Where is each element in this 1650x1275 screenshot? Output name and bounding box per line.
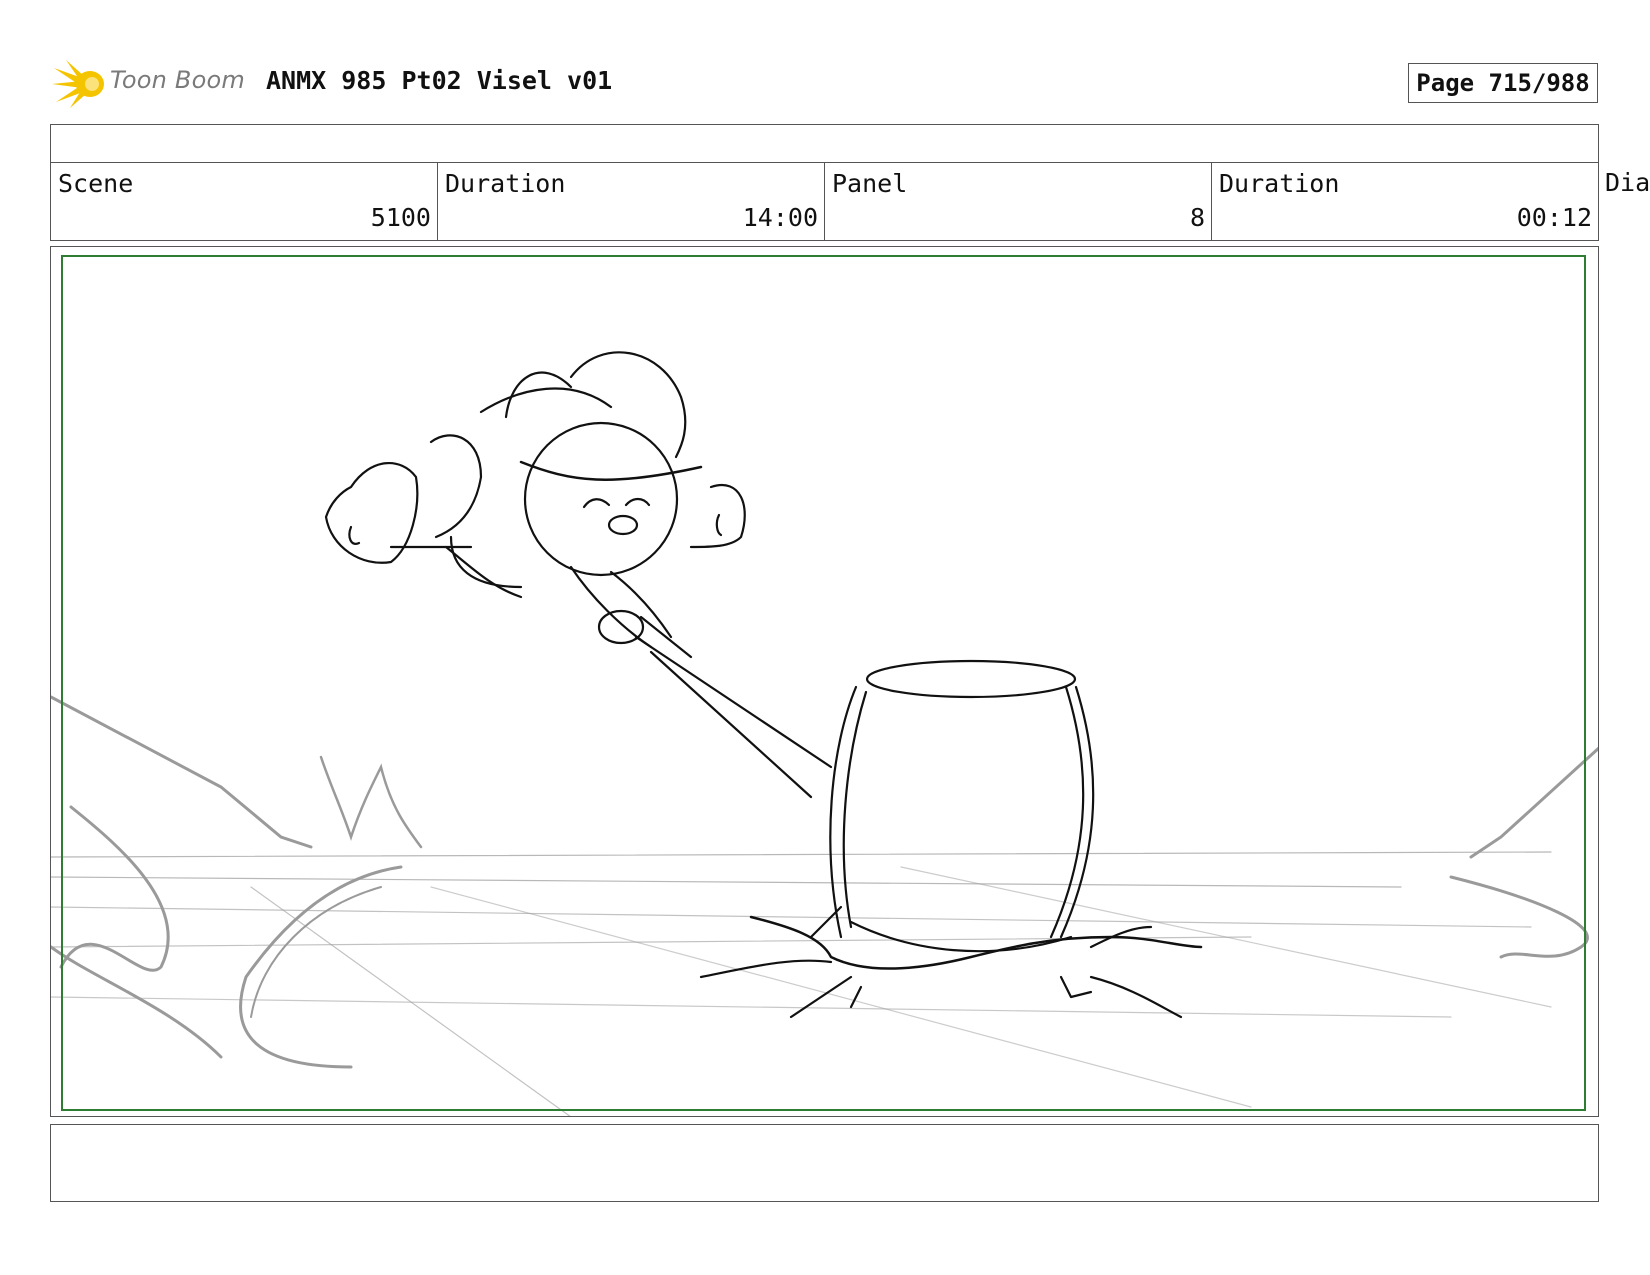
toon-boom-logo: Toon Boom <box>52 56 252 112</box>
page-counter: Page 715/988 <box>1408 63 1598 103</box>
background-sketch <box>51 695 1598 1116</box>
sketch-drawing <box>51 351 1598 1116</box>
panel-label: Panel <box>832 169 908 198</box>
scene-duration-label: Duration <box>445 169 566 198</box>
project-title: ANMX 985 Pt02 Visel v01 <box>266 66 613 95</box>
panel-duration-value: 00:12 <box>1516 203 1592 232</box>
scene-label: Scene <box>58 169 134 198</box>
dialogue-notes-box <box>50 1124 1599 1202</box>
panel-duration-cell: Duration 00:12 <box>1212 163 1599 240</box>
storyboard-panel <box>50 246 1599 1117</box>
panel-value: 8 <box>1189 203 1205 232</box>
panel-cell: Panel 8 <box>825 163 1212 240</box>
character-sketch <box>324 351 1203 1019</box>
scene-duration-value: 14:00 <box>742 203 818 232</box>
dialogue-label: Dia <box>1605 168 1650 197</box>
scene-duration-cell: Duration 14:00 <box>438 163 825 240</box>
panel-duration-label: Duration <box>1219 169 1340 198</box>
scene-cell: Scene 5100 <box>51 163 438 240</box>
logo-wordmark: Toon Boom <box>110 66 245 94</box>
header-notes-row <box>50 124 1599 163</box>
scene-value: 5100 <box>370 203 431 232</box>
sun-burst-icon <box>52 60 104 108</box>
scene-info-row: Scene 5100 Duration 14:00 Panel 8 Durati… <box>50 162 1599 241</box>
